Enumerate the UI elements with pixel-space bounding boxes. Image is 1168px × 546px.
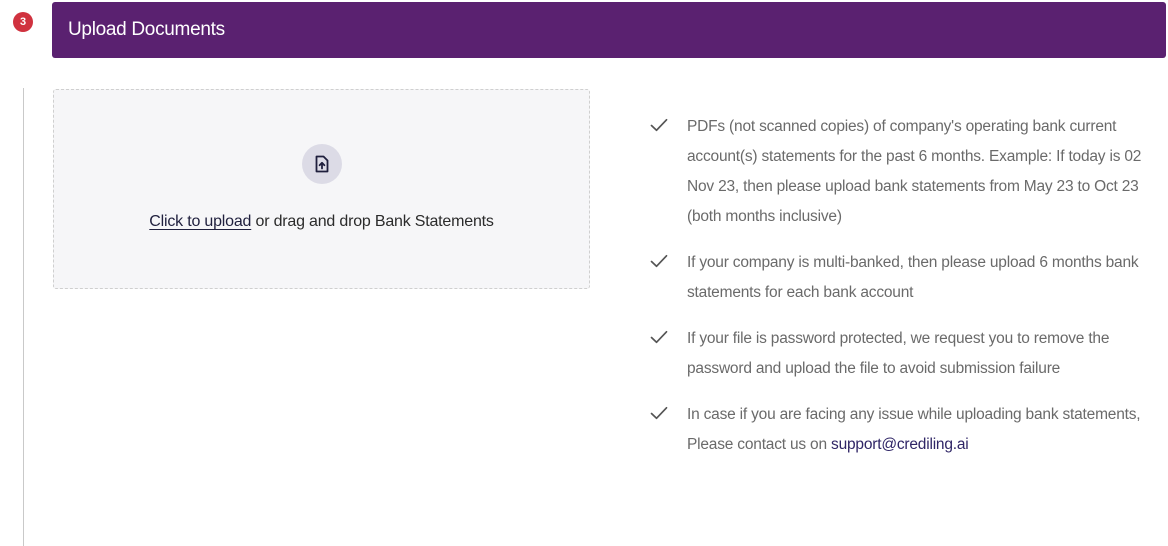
upload-instructions: Click to upload or drag and drop Bank St…: [54, 213, 589, 231]
upload-instructions-rest: or drag and drop Bank Statements: [251, 213, 494, 230]
click-to-upload-link[interactable]: Click to upload: [149, 213, 251, 230]
checklist-item: If your company is multi-banked, then pl…: [650, 248, 1166, 308]
checklist-item-text: If your file is password protected, we r…: [687, 330, 1110, 377]
support-email-link[interactable]: support@crediling.ai: [831, 436, 969, 453]
checklist-item: PDFs (not scanned copies) of company's o…: [650, 112, 1166, 232]
contact-text: In case if you are facing any issue whil…: [687, 400, 1166, 460]
step-timeline-line: [23, 88, 24, 546]
file-upload-icon[interactable]: [302, 144, 342, 184]
checklist-item-contact: In case if you are facing any issue whil…: [650, 400, 1166, 460]
requirements-checklist: PDFs (not scanned copies) of company's o…: [650, 112, 1166, 476]
checkmark-icon: [650, 400, 687, 425]
section-title: Upload Documents: [68, 19, 225, 40]
checkmark-icon: [650, 324, 687, 349]
checkmark-icon: [650, 248, 687, 273]
checklist-item-text: If your company is multi-banked, then pl…: [687, 254, 1139, 301]
section-header: Upload Documents: [52, 2, 1166, 58]
step-number-badge: 3: [13, 12, 33, 32]
checkmark-icon: [650, 112, 687, 137]
upload-dropzone[interactable]: Click to upload or drag and drop Bank St…: [53, 89, 590, 289]
checklist-item: If your file is password protected, we r…: [650, 324, 1166, 384]
checklist-item-text: PDFs (not scanned copies) of company's o…: [687, 118, 1142, 225]
